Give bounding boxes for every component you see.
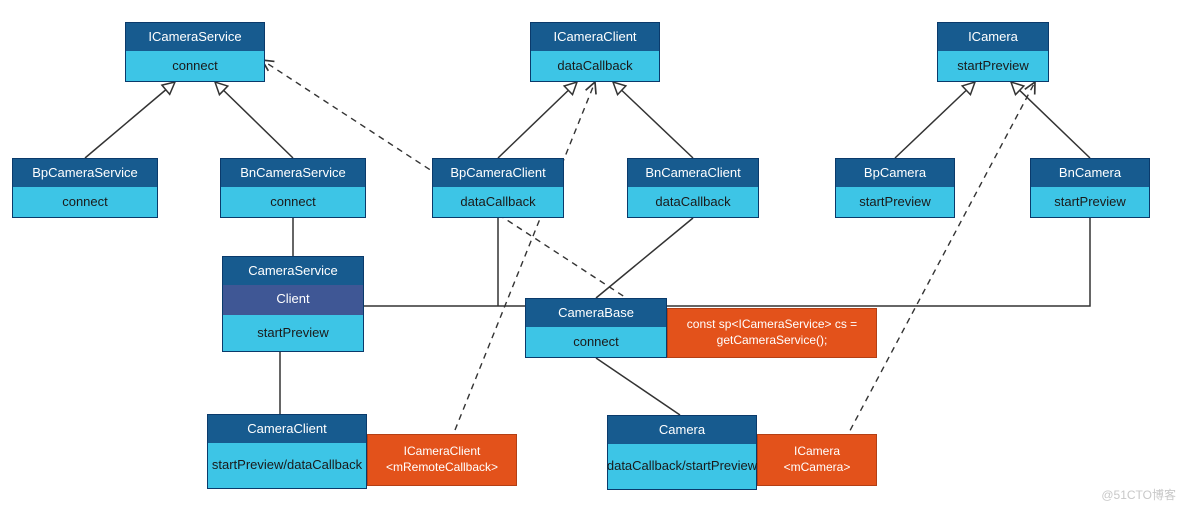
box-bncameraclient: BnCameraClient dataCallback	[627, 158, 759, 218]
box-cameraclient: CameraClient startPreview/dataCallback	[207, 414, 367, 489]
box-bpcamera: BpCamera startPreview	[835, 158, 955, 218]
box-body: dataCallback	[433, 187, 563, 217]
box-title: BpCameraService	[13, 159, 157, 187]
box-body: startPreview/dataCallback	[208, 443, 366, 488]
note-camera: ICamera <mCamera>	[757, 434, 877, 486]
box-camera: Camera dataCallback/startPreview	[607, 415, 757, 490]
box-title: CameraService	[223, 257, 363, 285]
box-title: BnCameraService	[221, 159, 365, 187]
box-title: Camera	[608, 416, 756, 444]
box-bncamera: BnCamera startPreview	[1030, 158, 1150, 218]
watermark: @51CTO博客	[1101, 486, 1176, 503]
box-title: BnCamera	[1031, 159, 1149, 187]
box-body: dataCallback/startPreview	[608, 444, 756, 489]
diagram-canvas: ICameraService connect ICameraClient dat…	[0, 0, 1184, 509]
box-body: dataCallback	[628, 187, 758, 217]
box-body: connect	[126, 51, 264, 81]
box-body: dataCallback	[531, 51, 659, 81]
box-bpcameraclient: BpCameraClient dataCallback	[432, 158, 564, 218]
box-title: ICameraClient	[531, 23, 659, 51]
box-body: connect	[526, 327, 666, 357]
box-bncameraservice: BnCameraService connect	[220, 158, 366, 218]
box-body: startPreview	[836, 187, 954, 217]
box-camerabase: CameraBase connect	[525, 298, 667, 358]
box-body: connect	[13, 187, 157, 217]
box-icamera: ICamera startPreview	[937, 22, 1049, 82]
box-title: BnCameraClient	[628, 159, 758, 187]
box-body: startPreview	[1031, 187, 1149, 217]
note-cameraclient: ICameraClient <mRemoteCallback>	[367, 434, 517, 486]
box-body: startPreview	[938, 51, 1048, 81]
box-title: CameraClient	[208, 415, 366, 443]
box-icameraservice: ICameraService connect	[125, 22, 265, 82]
box-title: BpCameraClient	[433, 159, 563, 187]
box-body: connect	[221, 187, 365, 217]
box-title: ICameraService	[126, 23, 264, 51]
box-icameraclient: ICameraClient dataCallback	[530, 22, 660, 82]
box-cameraservice: CameraService Client startPreview	[222, 256, 364, 352]
box-bpcameraservice: BpCameraService connect	[12, 158, 158, 218]
box-inner-client: Client	[223, 285, 363, 315]
box-title: CameraBase	[526, 299, 666, 327]
box-title: BpCamera	[836, 159, 954, 187]
box-body: startPreview	[223, 315, 363, 351]
note-camerabase: const sp<ICameraService> cs = getCameraS…	[667, 308, 877, 358]
box-title: ICamera	[938, 23, 1048, 51]
